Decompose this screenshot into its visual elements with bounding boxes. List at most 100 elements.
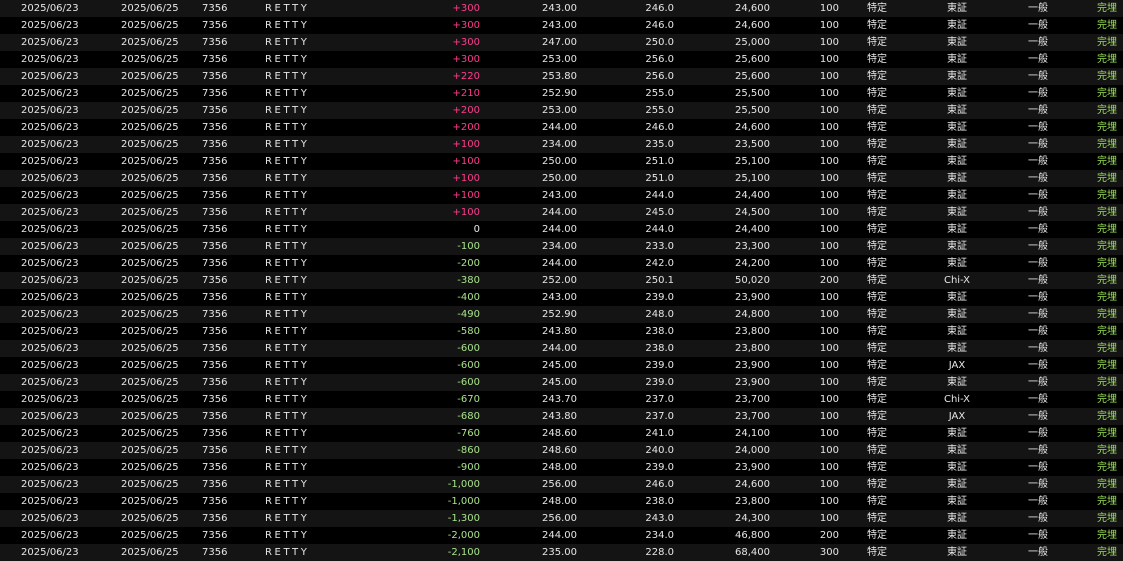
profit-loss-cell: +220 xyxy=(452,71,480,82)
stock-code-cell: 7356 xyxy=(202,428,228,439)
buy-price-cell: 247.00 xyxy=(542,37,577,48)
sell-price-cell: 248.0 xyxy=(645,309,674,320)
buy-price-cell: 243.00 xyxy=(542,190,577,201)
table-row[interactable]: 2025/06/23 2025/06/25 7356 RETTY +100 244.00 2… xyxy=(0,204,1123,221)
market-cell: 東証 xyxy=(947,20,967,31)
status-cell: 完埋 xyxy=(1097,275,1117,286)
account-type-cell: 特定 xyxy=(867,462,887,473)
stock-name-cell: RETTY xyxy=(265,88,310,99)
stock-name-cell: RETTY xyxy=(265,224,310,235)
buy-price-cell: 253.80 xyxy=(542,71,577,82)
table-row[interactable]: 2025/06/23 2025/06/25 7356 RETTY 0 244.00 244.… xyxy=(0,221,1123,238)
status-cell: 完埋 xyxy=(1097,71,1117,82)
amount-cell: 24,000 xyxy=(735,445,770,456)
table-row[interactable]: 2025/06/23 2025/06/25 7356 RETTY -600 244.00 2… xyxy=(0,340,1123,357)
market-cell: 東証 xyxy=(947,428,967,439)
table-row[interactable]: 2025/06/23 2025/06/25 7356 RETTY +220 253.80 2… xyxy=(0,68,1123,85)
table-row[interactable]: 2025/06/23 2025/06/25 7356 RETTY -1,000 256.0… xyxy=(0,476,1123,493)
settlement-date-cell: 2025/06/25 xyxy=(121,530,179,541)
amount-cell: 25,000 xyxy=(735,37,770,48)
table-row[interactable]: 2025/06/23 2025/06/25 7356 RETTY +200 253.00 2… xyxy=(0,102,1123,119)
table-row[interactable]: 2025/06/23 2025/06/25 7356 RETTY -600 245.00 2… xyxy=(0,357,1123,374)
table-row[interactable]: 2025/06/23 2025/06/25 7356 RETTY -580 243.80 2… xyxy=(0,323,1123,340)
amount-cell: 68,400 xyxy=(735,547,770,558)
table-row[interactable]: 2025/06/23 2025/06/25 7356 RETTY +100 250.00 2… xyxy=(0,170,1123,187)
amount-cell: 24,400 xyxy=(735,224,770,235)
table-row[interactable]: 2025/06/23 2025/06/25 7356 RETTY +200 244.00 2… xyxy=(0,119,1123,136)
table-row[interactable]: 2025/06/23 2025/06/25 7356 RETTY +100 250.00 2… xyxy=(0,153,1123,170)
table-row[interactable]: 2025/06/23 2025/06/25 7356 RETTY +300 253.00 2… xyxy=(0,51,1123,68)
settlement-date-cell: 2025/06/25 xyxy=(121,445,179,456)
sell-price-cell: 255.0 xyxy=(645,88,674,99)
table-row[interactable]: 2025/06/23 2025/06/25 7356 RETTY +300 243.00 2… xyxy=(0,17,1123,34)
table-row[interactable]: 2025/06/23 2025/06/25 7356 RETTY +100 243.00 2… xyxy=(0,187,1123,204)
account-type-cell: 特定 xyxy=(867,156,887,167)
profit-loss-cell: 0 xyxy=(473,224,480,235)
trade-type-cell: 一般 xyxy=(1028,547,1048,558)
table-row[interactable]: 2025/06/23 2025/06/25 7356 RETTY -490 252.90 2… xyxy=(0,306,1123,323)
table-row[interactable]: 2025/06/23 2025/06/25 7356 RETTY +210 252.90 2… xyxy=(0,85,1123,102)
table-row[interactable]: 2025/06/23 2025/06/25 7356 RETTY -900 248.00 2… xyxy=(0,459,1123,476)
account-type-cell: 特定 xyxy=(867,88,887,99)
buy-price-cell: 252.90 xyxy=(542,309,577,320)
table-row[interactable]: 2025/06/23 2025/06/25 7356 RETTY -2,100 235.0… xyxy=(0,544,1123,561)
table-row[interactable]: 2025/06/23 2025/06/25 7356 RETTY -2,000 244.0… xyxy=(0,527,1123,544)
profit-loss-cell: -600 xyxy=(457,360,480,371)
table-row[interactable]: 2025/06/23 2025/06/25 7356 RETTY +100 234.00 2… xyxy=(0,136,1123,153)
quantity-cell: 100 xyxy=(819,445,839,456)
table-row[interactable]: 2025/06/23 2025/06/25 7356 RETTY -860 248.60 2… xyxy=(0,442,1123,459)
account-type-cell: 特定 xyxy=(867,411,887,422)
table-row[interactable]: 2025/06/23 2025/06/25 7356 RETTY -200 244.00 2… xyxy=(0,255,1123,272)
table-row[interactable]: 2025/06/23 2025/06/25 7356 RETTY -760 248.60 2… xyxy=(0,425,1123,442)
account-type-cell: 特定 xyxy=(867,530,887,541)
table-row[interactable]: 2025/06/23 2025/06/25 7356 RETTY +300 247.00 2… xyxy=(0,34,1123,51)
quantity-cell: 100 xyxy=(819,394,839,405)
buy-price-cell: 243.00 xyxy=(542,3,577,14)
trade-type-cell: 一般 xyxy=(1028,88,1048,99)
quantity-cell: 100 xyxy=(819,224,839,235)
amount-cell: 25,500 xyxy=(735,88,770,99)
table-row[interactable]: 2025/06/23 2025/06/25 7356 RETTY -400 243.00 2… xyxy=(0,289,1123,306)
trade-date-cell: 2025/06/23 xyxy=(21,258,79,269)
profit-loss-cell: +200 xyxy=(452,122,480,133)
stock-name-cell: RETTY xyxy=(265,71,310,82)
stock-code-cell: 7356 xyxy=(202,258,228,269)
market-cell: 東証 xyxy=(947,309,967,320)
amount-cell: 23,900 xyxy=(735,462,770,473)
sell-price-cell: 239.0 xyxy=(645,360,674,371)
stock-code-cell: 7356 xyxy=(202,513,228,524)
table-row[interactable]: 2025/06/23 2025/06/25 7356 RETTY -1,300 256.0… xyxy=(0,510,1123,527)
table-row[interactable]: 2025/06/23 2025/06/25 7356 RETTY -680 243.80 2… xyxy=(0,408,1123,425)
table-row[interactable]: 2025/06/23 2025/06/25 7356 RETTY -1,000 248.0… xyxy=(0,493,1123,510)
stock-code-cell: 7356 xyxy=(202,411,228,422)
table-row[interactable]: 2025/06/23 2025/06/25 7356 RETTY -600 245.00 2… xyxy=(0,374,1123,391)
status-cell: 完埋 xyxy=(1097,479,1117,490)
table-row[interactable]: 2025/06/23 2025/06/25 7356 RETTY -100 234.00 2… xyxy=(0,238,1123,255)
amount-cell: 24,100 xyxy=(735,428,770,439)
amount-cell: 24,500 xyxy=(735,207,770,218)
status-cell: 完埋 xyxy=(1097,37,1117,48)
stock-code-cell: 7356 xyxy=(202,122,228,133)
market-cell: 東証 xyxy=(947,343,967,354)
profit-loss-cell: +300 xyxy=(452,54,480,65)
trade-date-cell: 2025/06/23 xyxy=(21,88,79,99)
market-cell: 東証 xyxy=(947,462,967,473)
buy-price-cell: 248.00 xyxy=(542,496,577,507)
trade-date-cell: 2025/06/23 xyxy=(21,377,79,388)
profit-loss-cell: -580 xyxy=(457,326,480,337)
sell-price-cell: 237.0 xyxy=(645,394,674,405)
buy-price-cell: 256.00 xyxy=(542,513,577,524)
table-row[interactable]: 2025/06/23 2025/06/25 7356 RETTY +300 243.00 2… xyxy=(0,0,1123,17)
account-type-cell: 特定 xyxy=(867,445,887,456)
status-cell: 完埋 xyxy=(1097,258,1117,269)
profit-loss-cell: -600 xyxy=(457,377,480,388)
status-cell: 完埋 xyxy=(1097,513,1117,524)
table-row[interactable]: 2025/06/23 2025/06/25 7356 RETTY -380 252.00 2… xyxy=(0,272,1123,289)
trade-date-cell: 2025/06/23 xyxy=(21,54,79,65)
table-row[interactable]: 2025/06/23 2025/06/25 7356 RETTY -670 243.70 2… xyxy=(0,391,1123,408)
amount-cell: 25,600 xyxy=(735,54,770,65)
stock-code-cell: 7356 xyxy=(202,156,228,167)
account-type-cell: 特定 xyxy=(867,377,887,388)
sell-price-cell: 239.0 xyxy=(645,462,674,473)
trade-date-cell: 2025/06/23 xyxy=(21,445,79,456)
